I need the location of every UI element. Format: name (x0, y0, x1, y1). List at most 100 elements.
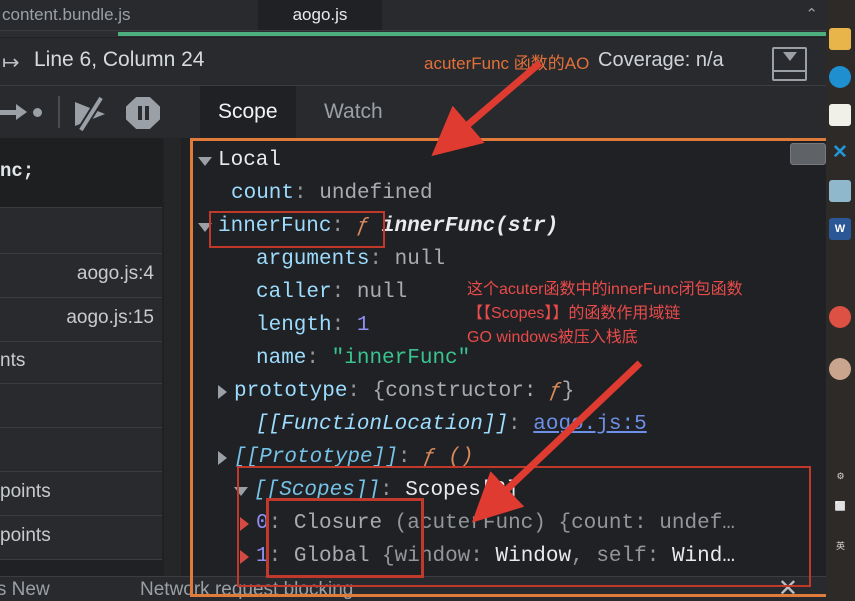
scope-row-text: [[Scopes]]: Scopes[2] (254, 474, 519, 507)
scope-token: prototype (234, 380, 348, 403)
left-row[interactable]: aogo.js:15 (0, 298, 162, 342)
left-row[interactable] (0, 208, 162, 254)
word-icon[interactable]: W (829, 218, 851, 240)
annotation-line-1: 这个acuter函数中的innerFunc闭包函数 (467, 281, 743, 298)
scope-row[interactable]: prototype: {constructor: ƒ} (186, 375, 826, 408)
scope-token: : (331, 281, 357, 304)
scope-token: undefined (319, 182, 433, 205)
close-icon[interactable]: ✕ (778, 577, 798, 601)
scope-row-text: arguments: null (256, 243, 445, 276)
scope-token: caller (256, 281, 332, 304)
scope-token: arguments (256, 248, 370, 271)
chevron-right-icon[interactable] (218, 451, 227, 465)
scope-token: : (268, 545, 294, 568)
chart-app-icon[interactable] (829, 104, 851, 126)
scope-token: ƒ (356, 215, 382, 238)
scope-token: length (256, 314, 332, 337)
editor-status-row: ↦ Line 6, Column 24 Coverage: n/a (0, 38, 826, 86)
toolbar-divider (58, 96, 60, 128)
tab-scope[interactable]: Scope (200, 86, 296, 138)
scope-row[interactable]: 0: Closure (acuterFunc) {count: undef… (186, 507, 826, 540)
step-into-arrow-icon[interactable]: ↦ (2, 50, 20, 75)
scope-token: "innerFunc" (331, 347, 471, 370)
tab-watch[interactable]: Watch (306, 86, 401, 138)
scope-token: Scopes[2] (405, 479, 519, 502)
left-row-label: aogo.js:15 (66, 307, 154, 328)
scope-token: innerFunc (218, 215, 332, 238)
scope-row[interactable]: [[Prototype]]: ƒ () (186, 441, 826, 474)
tray-icon[interactable]: 英 (826, 540, 855, 553)
scope-row[interactable]: 1: Global {window: Window, self: Wind… (186, 540, 826, 573)
notebook-icon[interactable] (829, 180, 851, 202)
pause-on-exceptions-icon[interactable] (126, 97, 160, 129)
scope-token: [[Prototype]] (234, 446, 398, 469)
scope-row-text: name: "innerFunc" (256, 342, 470, 375)
scope-row-text: count: undefined (231, 177, 433, 210)
dock-triangle (782, 52, 797, 61)
tray-icon[interactable]: ⬜ (826, 500, 855, 513)
windows-taskbar: ✕ W ⚙ ⬜ 英 (826, 0, 855, 601)
scope-token: } (561, 380, 575, 403)
chevron-down-icon[interactable] (234, 487, 248, 496)
step-out-icon[interactable] (0, 100, 44, 124)
drawer-tab-network-request-blocking[interactable]: Network request blocking (140, 577, 353, 601)
left-row[interactable]: aogo.js:4 (0, 254, 162, 298)
left-row-label: nc; (0, 160, 35, 182)
scope-row-text: 0: Closure (acuterFunc) {count: undef… (256, 507, 735, 540)
chevron-up-icon[interactable]: ⌃ (805, 0, 818, 30)
tray-icon[interactable]: ⚙ (826, 470, 855, 483)
scope-row[interactable]: [[Scopes]]: Scopes[2] (186, 474, 826, 507)
deactivate-breakpoints-icon[interactable] (70, 96, 114, 132)
scope-token: Closure (293, 512, 383, 535)
scope-token: : (268, 512, 294, 535)
scope-row[interactable]: arguments: null (186, 243, 826, 276)
scope-panel-badge[interactable] (790, 143, 826, 165)
drawer-tab-whats-new[interactable]: t's New (0, 577, 50, 601)
scope-token: , self: (571, 545, 672, 568)
left-row[interactable] (0, 384, 162, 428)
scope-token: {constructor: (372, 380, 550, 403)
tab-aogo-js[interactable]: aogo.js (258, 0, 382, 30)
scope-row-text: Local (218, 144, 281, 177)
chevron-right-icon[interactable] (240, 550, 249, 564)
avatar-icon[interactable] (829, 358, 851, 380)
annotation-line-2: 【【Scopes】】的函数作用域链 (467, 305, 681, 322)
dock-panel-icon[interactable] (772, 47, 807, 81)
chevron-down-icon[interactable] (198, 223, 212, 232)
chrome-icon[interactable] (829, 306, 851, 328)
annotation-acuterfunc-ao: acuterFunc 函数的AO (424, 54, 590, 73)
scope-row-text: [[FunctionLocation]]: aogo.js:5 (256, 408, 647, 441)
left-row[interactable]: nts (0, 342, 162, 384)
line-column-indicator: Line 6, Column 24 (34, 48, 205, 71)
annotation-chinese-note: 这个acuter函数中的innerFunc闭包函数 【【Scopes】】的函数作… (467, 278, 743, 350)
left-row-label: points (0, 525, 51, 546)
scope-token: : (380, 479, 406, 502)
scope-row-text: innerFunc: ƒ innerFunc(str) (218, 210, 558, 243)
blue-x-icon[interactable]: ✕ (829, 142, 851, 164)
scope-row[interactable]: Local (186, 144, 826, 177)
chevron-right-icon[interactable] (240, 517, 249, 531)
octagon-shape (126, 97, 160, 129)
scope-row[interactable]: count: undefined (186, 177, 826, 210)
scope-token: null (356, 281, 408, 304)
left-row[interactable]: points (0, 472, 162, 516)
chevron-right-icon[interactable] (218, 385, 227, 399)
scope-row-text: 1: Global {window: Window, self: Wind… (256, 540, 735, 573)
scope-row[interactable]: [[FunctionLocation]]: aogo.js:5 (186, 408, 826, 441)
scope-token: : (508, 413, 534, 436)
tab-content-bundle-js[interactable]: content.bundle.js (0, 0, 141, 30)
coverage-indicator: Coverage: n/a (598, 49, 724, 71)
scope-token: name (256, 347, 307, 370)
arrow-head (16, 104, 27, 120)
edge-icon[interactable] (829, 66, 851, 88)
scope-row-text: length: 1 (256, 309, 369, 342)
left-row[interactable]: points (0, 516, 162, 560)
left-scrollbar-track[interactable] (164, 138, 181, 576)
scope-token: : (294, 182, 320, 205)
left-row[interactable] (0, 428, 162, 472)
scope-token: Wind… (671, 545, 735, 568)
left-row[interactable]: nc; (0, 138, 162, 208)
chevron-down-icon[interactable] (198, 157, 212, 166)
scope-row[interactable]: innerFunc: ƒ innerFunc(str) (186, 210, 826, 243)
folder-icon[interactable] (829, 28, 851, 50)
